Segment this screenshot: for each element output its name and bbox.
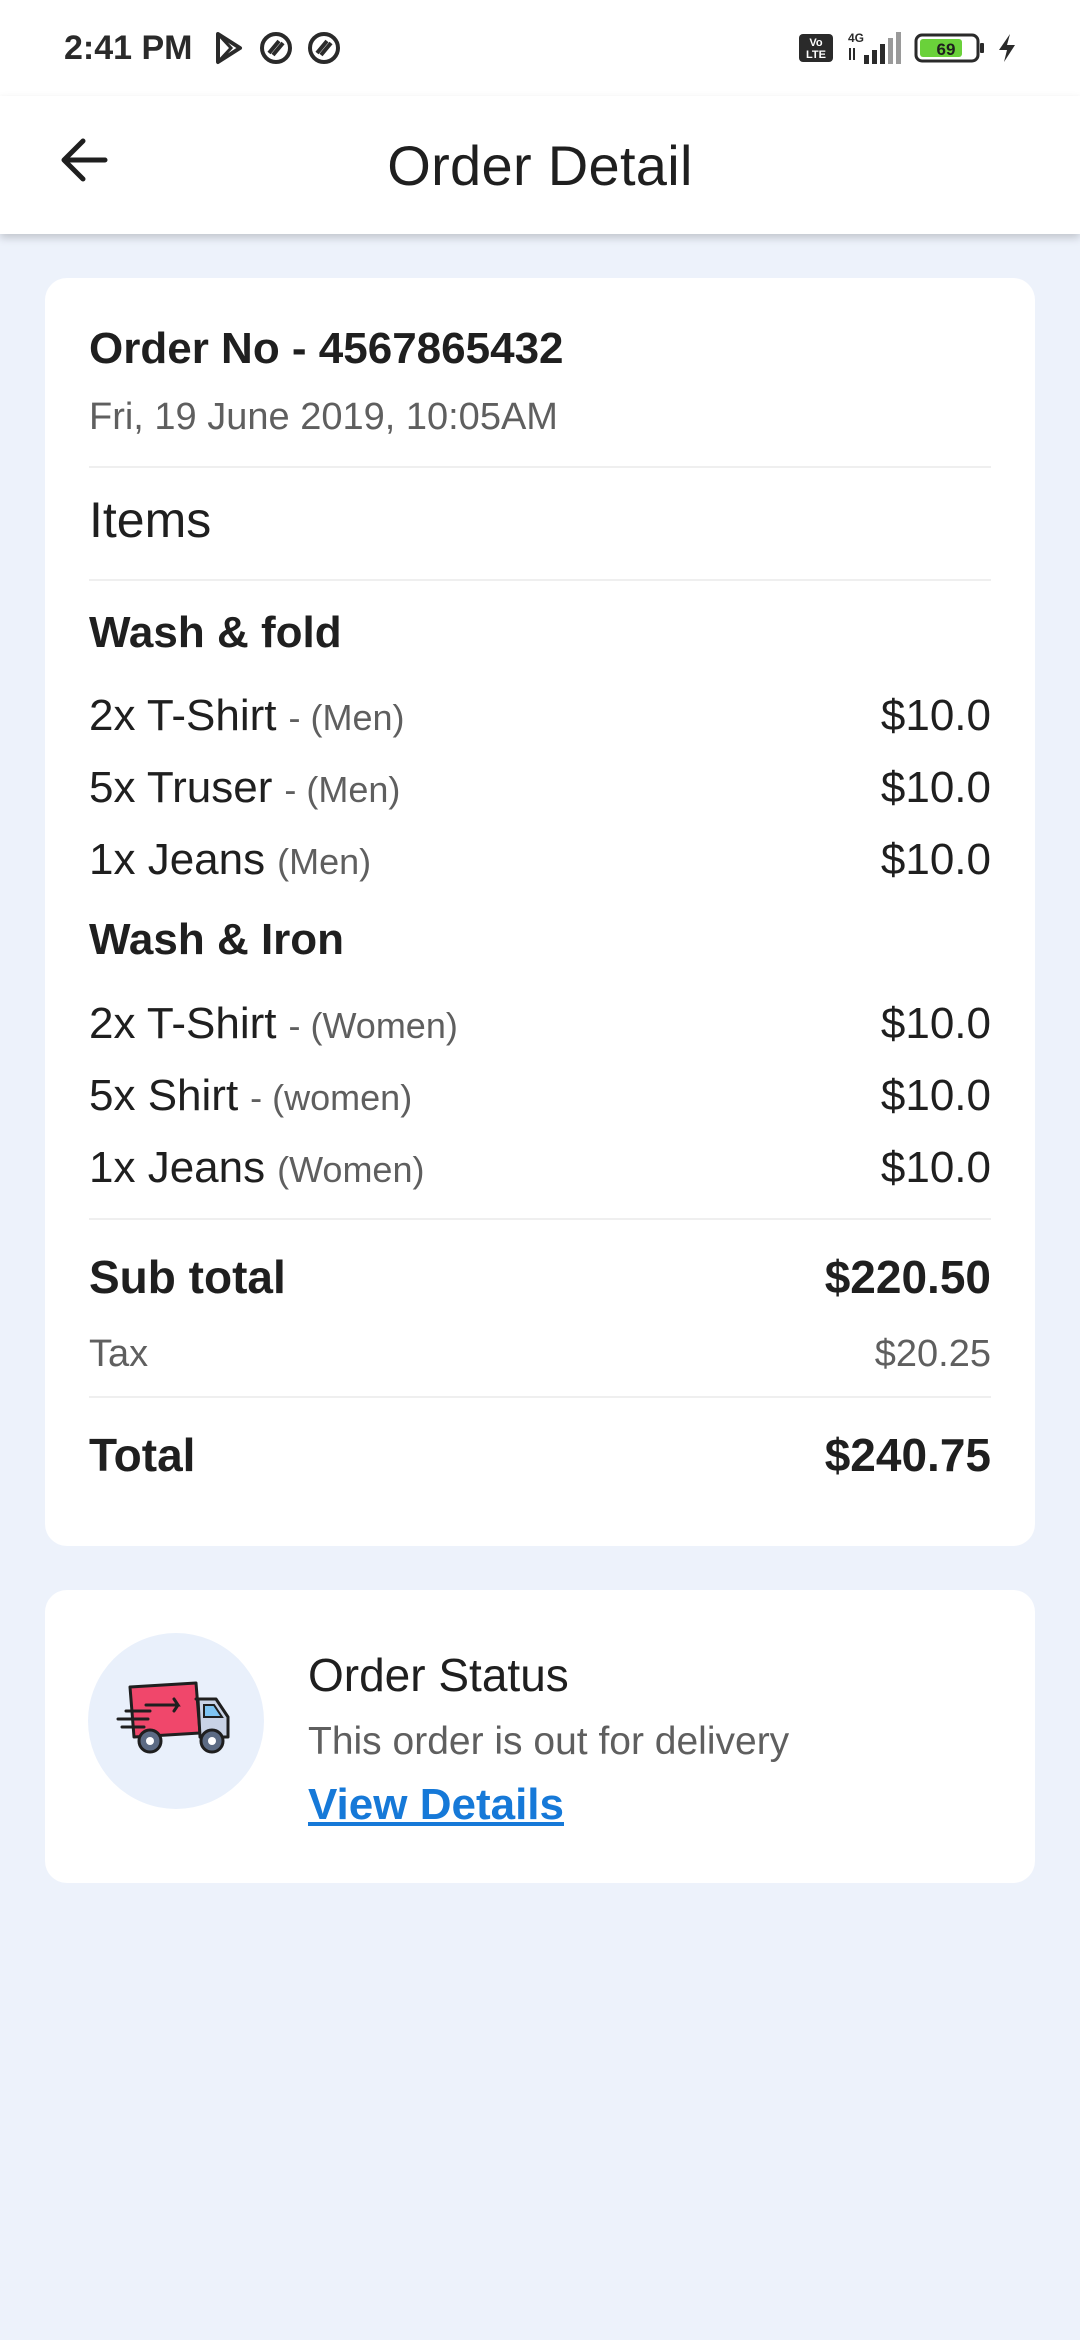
item-price: $10.0 [880, 691, 991, 740]
total-row: Total $240.75 [89, 1422, 991, 1488]
volte-icon: Vo LTE [798, 33, 834, 63]
item-label: 1x Jeans (Men) [89, 835, 371, 885]
subtotal-label: Sub total [89, 1251, 286, 1303]
divider [89, 1396, 991, 1398]
status-bar: 2:41 PM Vo LTE 4G 69 [0, 0, 1080, 96]
divider [89, 579, 991, 581]
status-left: 2:41 PM [64, 29, 341, 68]
item-name: 5x Shirt [89, 1071, 239, 1120]
tax-label: Tax [89, 1332, 149, 1375]
tax-value: $20.25 [874, 1332, 991, 1375]
view-details-link[interactable]: View Details [308, 1780, 564, 1830]
item-name: 5x Truser [89, 763, 273, 812]
delivery-truck-icon [116, 1677, 236, 1766]
list-item: 2x T-Shirt - (Women) $10.0 [89, 992, 991, 1056]
subtotal-value: $220.50 [824, 1251, 991, 1303]
order-number: Order No - 4567865432 [89, 324, 564, 373]
item-name: 2x T-Shirt [89, 691, 277, 740]
item-label: 5x Truser - (Men) [89, 763, 400, 813]
svg-text:LTE: LTE [806, 49, 826, 61]
battery-level: 69 [937, 40, 956, 59]
item-label: 1x Jeans (Women) [89, 1143, 424, 1193]
divider [89, 1218, 991, 1220]
list-item: 1x Jeans (Women) $10.0 [89, 1136, 991, 1200]
tax-row: Tax $20.25 [89, 1324, 991, 1384]
total-label: Total [89, 1429, 196, 1481]
group-title-wash-iron: Wash & Iron [89, 915, 345, 964]
notification-icon [307, 31, 341, 65]
app-bar: Order Detail [0, 96, 1080, 234]
order-date: Fri, 19 June 2019, 10:05AM [89, 396, 558, 438]
page-title: Order Detail [387, 133, 693, 197]
list-item: 5x Truser - (Men) $10.0 [89, 756, 991, 820]
item-label: 5x Shirt - (women) [89, 1071, 412, 1121]
play-store-icon [213, 31, 245, 65]
network-label: 4G [848, 31, 864, 45]
status-right: Vo LTE 4G 69 [798, 30, 1018, 66]
item-category: - (Men) [284, 769, 401, 810]
item-name: 1x Jeans [89, 835, 266, 884]
order-status-description: This order is out for delivery [308, 1720, 790, 1763]
back-button[interactable] [44, 122, 124, 202]
item-price: $10.0 [880, 1143, 991, 1192]
battery-icon: 69 [914, 31, 986, 65]
list-item: 1x Jeans (Men) $10.0 [89, 828, 991, 892]
item-category: - (Men) [288, 697, 405, 738]
item-category: - (Women) [288, 1005, 458, 1046]
list-item: 5x Shirt - (women) $10.0 [89, 1064, 991, 1128]
item-price: $10.0 [880, 1071, 991, 1120]
subtotal-row: Sub total $220.50 [89, 1244, 991, 1310]
group-title-wash-fold: Wash & fold [89, 608, 342, 657]
status-time: 2:41 PM [64, 28, 193, 67]
list-item: 2x T-Shirt - (Men) $10.0 [89, 684, 991, 748]
item-category: - (women) [250, 1077, 413, 1118]
truck-badge [88, 1633, 264, 1809]
item-name: 1x Jeans [89, 1143, 266, 1192]
item-price: $10.0 [880, 835, 991, 884]
item-category: (Men) [277, 841, 372, 882]
signal-icon: 4G [844, 30, 904, 66]
item-name: 2x T-Shirt [89, 999, 277, 1048]
charging-icon [996, 32, 1018, 64]
arrow-left-icon [59, 137, 109, 188]
item-price: $10.0 [880, 763, 991, 812]
item-category: (Women) [277, 1149, 425, 1190]
items-heading: Items [89, 492, 212, 548]
svg-text:Vo: Vo [809, 37, 823, 49]
item-label: 2x T-Shirt - (Women) [89, 999, 458, 1049]
item-price: $10.0 [880, 999, 991, 1048]
divider [89, 466, 991, 468]
total-value: $240.75 [824, 1429, 991, 1481]
order-status-card: Order Status This order is out for deliv… [45, 1590, 1035, 1883]
order-status-title: Order Status [308, 1649, 569, 1701]
notification-icon [259, 31, 293, 65]
order-card: Order No - 4567865432 Fri, 19 June 2019,… [45, 278, 1035, 1546]
item-label: 2x T-Shirt - (Men) [89, 691, 404, 741]
